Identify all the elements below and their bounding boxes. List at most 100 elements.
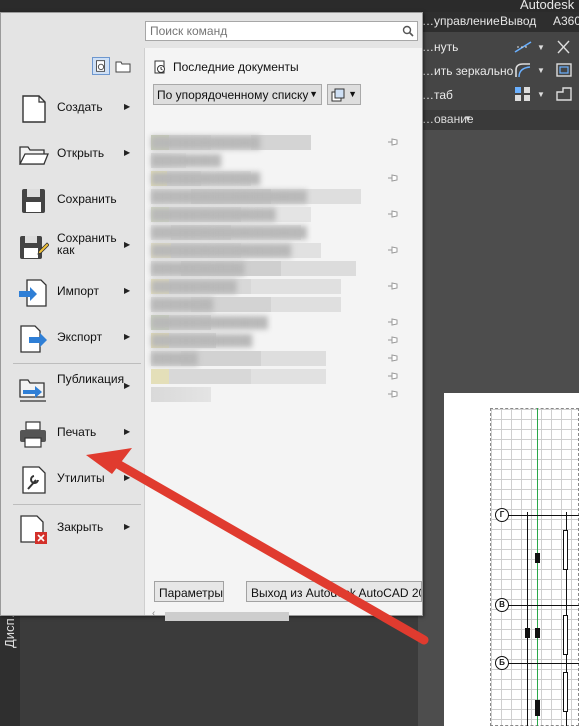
recent-document-item[interactable]: ██████	[151, 350, 403, 367]
recent-document-item[interactable]: ███████████████	[151, 314, 403, 331]
open-folder-icon	[18, 146, 49, 165]
recent-document-item[interactable]: ██████████████	[151, 134, 403, 151]
join-tool-icon[interactable]	[555, 86, 573, 102]
line-tool-icon[interactable]	[514, 39, 532, 55]
menu-item-save-as[interactable]: Сохранить как ▶	[13, 227, 141, 267]
menu-item-new[interactable]: Создать ▶	[13, 89, 141, 129]
view-mode-select[interactable]: ▼	[327, 84, 361, 105]
new-document-icon	[22, 95, 46, 123]
recent-document-item[interactable]: ██████████████	[151, 170, 403, 187]
axis-bubble: Г	[495, 508, 509, 522]
recent-document-name: ██████████████████	[151, 245, 292, 257]
pin-icon[interactable]	[387, 137, 399, 147]
chevron-down-icon: ▼	[348, 89, 357, 99]
chevron-down-icon: ▼	[309, 89, 318, 99]
menu-item-export[interactable]: Экспорт ▶	[13, 319, 141, 359]
pin-icon[interactable]	[387, 281, 399, 291]
chevron-right-icon: ▶	[124, 102, 131, 111]
horizontal-scrollbar[interactable]: ‹	[149, 608, 421, 622]
pin-icon[interactable]	[387, 245, 399, 255]
recent-document-item[interactable]: ████████	[151, 296, 403, 313]
ribbon-scale-label[interactable]: …таб	[422, 88, 453, 102]
recent-document-item[interactable]: █████████████	[151, 332, 403, 349]
pin-icon[interactable]	[387, 209, 399, 219]
exit-button[interactable]: Выход из Autodesk AutoCAD 2016	[246, 581, 422, 602]
recent-document-name: ████████████████	[151, 209, 276, 221]
chevron-down-icon[interactable]: ▼	[537, 43, 545, 52]
column-outline	[563, 530, 568, 570]
menu-item-close[interactable]: Закрыть ▶	[13, 509, 141, 549]
wall-block	[525, 628, 530, 638]
menu-item-label: Создать	[57, 100, 103, 114]
scissors-icon[interactable]	[555, 39, 573, 55]
axis-bubble: В	[495, 598, 509, 612]
chevron-down-icon[interactable]: ▼	[537, 90, 545, 99]
menu-item-save[interactable]: Сохранить	[13, 181, 141, 221]
search-icon[interactable]	[402, 25, 414, 37]
recent-document-name: ███████████████	[151, 317, 268, 329]
ribbon-panel: …нуть …ить зеркально …таб ▼ ▼ ▼	[418, 32, 579, 110]
offset-tool-icon[interactable]	[555, 62, 573, 78]
recent-document-name: ███████████	[151, 281, 237, 293]
pin-icon[interactable]	[387, 335, 399, 345]
wall-block	[535, 628, 540, 638]
column-outline	[563, 615, 568, 655]
menu-item-print[interactable]: Печать ▶	[13, 414, 141, 454]
chevron-right-icon: ▶	[124, 427, 131, 436]
menu-item-import[interactable]: Импорт ▶	[13, 273, 141, 313]
ribbon-panel-footer[interactable]: …ование ▼	[418, 110, 579, 130]
sort-order-select[interactable]: По упорядоченному списку ▼	[153, 84, 322, 105]
pin-icon[interactable]	[387, 353, 399, 363]
fillet-tool-icon[interactable]	[514, 62, 532, 78]
recent-document-item[interactable]: ████████████████	[151, 206, 403, 223]
axis-line	[508, 663, 579, 664]
recent-document-name: █████████	[151, 155, 222, 167]
chevron-right-icon: ▶	[124, 286, 131, 295]
scrollbar-thumb[interactable]	[165, 612, 289, 621]
menu-item-label: Печать	[57, 425, 97, 439]
recent-documents-icon	[154, 60, 165, 74]
menu-item-open[interactable]: Открыть ▶	[13, 135, 141, 175]
recent-document-name: ████████████	[151, 263, 245, 275]
options-button[interactable]: Параметры	[154, 581, 224, 602]
menu-item-publish[interactable]: Публикация ▶	[13, 368, 141, 408]
recent-document-item[interactable]	[151, 368, 403, 385]
chevron-right-icon: ▶	[124, 148, 131, 157]
column-outline	[563, 672, 568, 712]
search-box[interactable]	[145, 21, 418, 41]
recent-document-name: ██████████████	[151, 137, 261, 149]
guide-line	[537, 408, 538, 726]
recent-document-item[interactable]: ████████████	[151, 260, 403, 277]
search-input[interactable]	[146, 22, 396, 40]
ribbon-stretch-label[interactable]: …нуть	[422, 40, 458, 54]
array-tool-icon[interactable]	[514, 86, 532, 102]
recent-document-item[interactable]: ████████████████████	[151, 188, 403, 205]
tab-manage[interactable]: …управление	[422, 14, 500, 28]
chevron-down-icon[interactable]: ▼	[537, 66, 545, 75]
pin-icon[interactable]	[387, 371, 399, 381]
chevron-right-icon: ▶	[124, 240, 131, 249]
recent-document-item[interactable]: ████████████████████	[151, 224, 403, 241]
pin-icon[interactable]	[387, 389, 399, 399]
chevron-right-icon: ▶	[124, 381, 131, 390]
axis-line	[508, 605, 579, 606]
menu-item-label: Открыть	[57, 146, 105, 160]
chevron-down-icon[interactable]: ▼	[464, 114, 472, 123]
menu-item-label: Сохранить	[57, 192, 117, 206]
ribbon-mirror-label[interactable]: …ить зеркально	[422, 64, 513, 78]
pin-icon[interactable]	[387, 317, 399, 327]
pin-icon[interactable]	[387, 173, 399, 183]
recent-document-name: ██████████████	[151, 173, 261, 185]
import-icon	[19, 279, 47, 307]
menu-item-utilities[interactable]: Утилиты ▶	[13, 460, 141, 500]
wall-block	[535, 553, 540, 563]
tab-output[interactable]: Вывод	[500, 14, 536, 28]
export-icon	[20, 325, 47, 353]
tab-a360[interactable]: A360	[553, 14, 579, 28]
recent-document-item[interactable]	[151, 386, 403, 403]
recent-document-item[interactable]: █████████	[151, 152, 403, 169]
recent-document-item[interactable]: ███████████	[151, 278, 403, 295]
scroll-left-icon[interactable]: ‹	[152, 608, 155, 619]
recent-document-name: ████████████████████	[151, 227, 307, 239]
recent-document-item[interactable]: ██████████████████	[151, 242, 403, 259]
